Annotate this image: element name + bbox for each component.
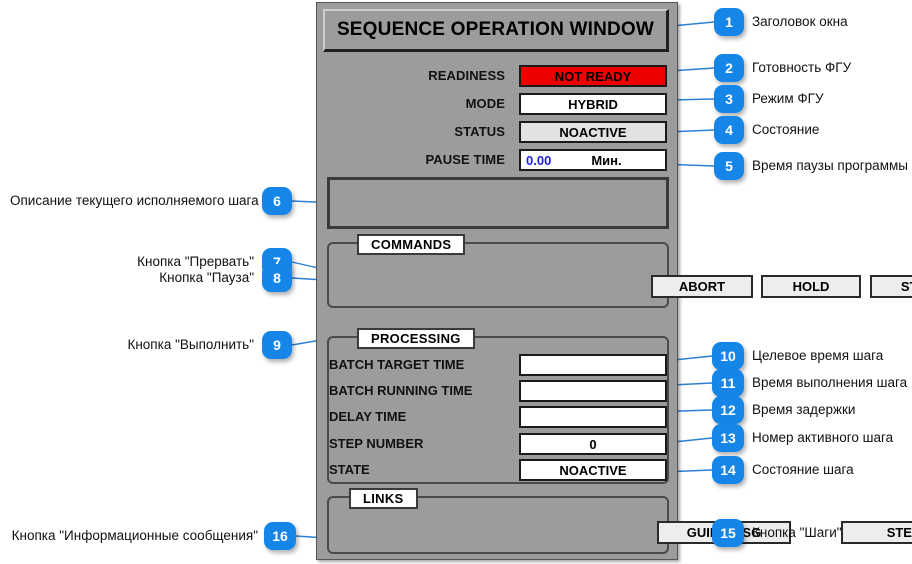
callout-label-5: Время паузы программы <box>752 158 908 173</box>
callout-label-3: Режим ФГУ <box>752 91 824 106</box>
callout-badge-14: 14 <box>712 456 744 484</box>
callout-badge-10: 10 <box>712 342 744 370</box>
label-readiness: READINESS <box>428 68 505 83</box>
callout-label-16: Кнопка "Информационные сообщения" <box>11 528 258 543</box>
field-row-readiness: READINESS NOT READY <box>323 65 669 87</box>
label-status: STATUS <box>454 124 505 139</box>
callout-badge-2: 2 <box>714 54 744 82</box>
value-status: NOACTIVE <box>519 121 667 143</box>
value-state: NOACTIVE <box>519 459 667 481</box>
value-batch-target-time <box>519 354 667 376</box>
callout-label-11: Время выполнения шага <box>752 375 908 390</box>
callout-badge-13: 13 <box>712 424 744 452</box>
callout-badge-3: 3 <box>714 85 744 113</box>
callout-label-12: Время задержки <box>752 402 856 417</box>
callout-label-10: Целевое время шага <box>752 348 884 363</box>
callout-label-15: Кнопка "Шаги" <box>752 525 842 540</box>
callout-badge-8: 8 <box>262 264 292 292</box>
label-delay-time: DELAY TIME <box>329 409 407 424</box>
callout-label-6: Описание текущего исполняемого шага <box>10 193 259 208</box>
callout-badge-11: 11 <box>712 369 744 397</box>
value-batch-running-time <box>519 380 667 402</box>
pause-time-unit: Мин. <box>591 152 622 168</box>
label-step-number: STEP NUMBER <box>329 436 424 451</box>
hold-button[interactable]: HOLD <box>761 275 861 298</box>
page-title: SEQUENCE OPERATION WINDOW <box>336 19 655 40</box>
value-delay-time <box>519 406 667 428</box>
field-row-status: STATUS NOACTIVE <box>323 121 669 143</box>
steps-button[interactable]: STEPS <box>841 521 912 544</box>
processing-row-state: STATE NOACTIVE <box>329 459 667 481</box>
field-row-mode: MODE HYBRID <box>323 93 669 115</box>
processing-group-title: PROCESSING <box>357 328 475 349</box>
label-mode: MODE <box>465 96 505 111</box>
value-readiness: NOT READY <box>519 65 667 87</box>
value-pause-time[interactable]: 0.00 Мин. <box>519 149 667 171</box>
callout-badge-12: 12 <box>712 396 744 424</box>
callout-label-9: Кнопка "Выполнить" <box>127 337 254 352</box>
field-row-pause-time: PAUSE TIME 0.00 Мин. <box>323 149 669 171</box>
callout-badge-15: 15 <box>712 519 744 547</box>
callout-label-8: Кнопка "Пауза" <box>159 270 254 285</box>
value-mode[interactable]: HYBRID <box>519 93 667 115</box>
start-button[interactable]: START <box>870 275 912 298</box>
label-batch-target-time: BATCH TARGET TIME <box>329 357 465 372</box>
callout-label-4: Состояние <box>752 122 820 137</box>
processing-row-batch-target-time: BATCH TARGET TIME <box>329 354 667 376</box>
callout-badge-9: 9 <box>262 331 292 359</box>
callout-label-14: Состояние шага <box>752 462 854 477</box>
processing-row-batch-running-time: BATCH RUNNING TIME <box>329 380 667 402</box>
label-state: STATE <box>329 462 370 477</box>
callout-label-2: Готовность ФГУ <box>752 60 852 75</box>
callout-badge-4: 4 <box>714 116 744 144</box>
current-step-description-box <box>327 177 669 229</box>
window-title-bar: SEQUENCE OPERATION WINDOW <box>323 9 669 52</box>
abort-button[interactable]: ABORT <box>651 275 753 298</box>
callout-label-1: Заголовок окна <box>752 14 848 29</box>
sequence-operation-window: SEQUENCE OPERATION WINDOW READINESS NOT … <box>316 2 912 560</box>
callout-label-13: Номер активного шага <box>752 430 894 445</box>
pause-time-number: 0.00 <box>526 152 552 168</box>
label-pause-time: PAUSE TIME <box>425 152 505 167</box>
callout-badge-16: 16 <box>264 522 296 550</box>
value-step-number: 0 <box>519 433 667 455</box>
callout-badge-1: 1 <box>714 8 744 36</box>
callout-badge-6: 6 <box>262 187 292 215</box>
processing-row-delay-time: DELAY TIME <box>329 406 667 428</box>
links-group-title: LINKS <box>349 488 418 509</box>
callout-badge-5: 5 <box>714 152 744 180</box>
commands-group-title: COMMANDS <box>357 234 466 255</box>
processing-row-step-number: STEP NUMBER 0 <box>329 433 667 455</box>
label-batch-running-time: BATCH RUNNING TIME <box>329 383 473 398</box>
